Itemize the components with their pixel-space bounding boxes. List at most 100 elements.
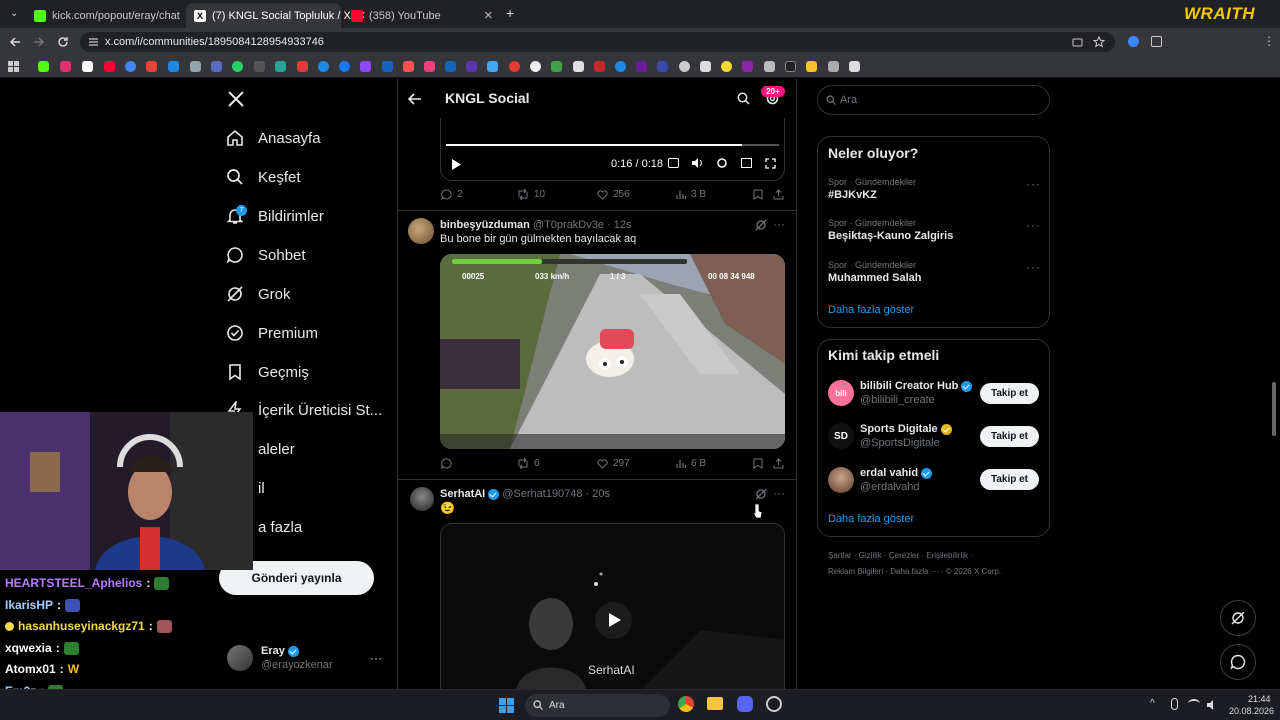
- avatar[interactable]: [227, 645, 253, 671]
- avatar[interactable]: SD: [828, 423, 854, 449]
- bookmark-kick-icon[interactable]: [38, 61, 49, 72]
- tab-list-chevron-icon[interactable]: ⌄: [10, 8, 18, 19]
- clock-date[interactable]: 20.08.2026: [1229, 706, 1274, 716]
- browser-menu-icon[interactable]: ⋮: [1263, 34, 1275, 48]
- back-arrow-icon[interactable]: [408, 93, 422, 105]
- play-icon[interactable]: [451, 159, 461, 170]
- share-icon[interactable]: [773, 458, 784, 469]
- bookmark-icon[interactable]: [753, 458, 763, 469]
- play-button[interactable]: [595, 602, 632, 639]
- bookmark-star-icon[interactable]: [1093, 36, 1105, 48]
- video-settings-icon[interactable]: [716, 157, 728, 169]
- trends-show-more-link[interactable]: Daha fazla göster: [828, 304, 914, 316]
- bookmark-icon[interactable]: [318, 61, 329, 72]
- nav-chat[interactable]: Sohbet: [226, 242, 306, 268]
- install-app-icon[interactable]: [1072, 37, 1083, 48]
- bookmark-icon[interactable]: [445, 61, 456, 72]
- bookmark-icon[interactable]: [297, 61, 308, 72]
- trend-item[interactable]: Beşiktaş-Kauno Zalgiris: [828, 230, 953, 242]
- tweet-author[interactable]: binbeşyüzduman @T0prakDv3e · 12s: [440, 219, 632, 231]
- close-tab-icon[interactable]: ✕: [484, 9, 493, 22]
- bookmark-icon[interactable]: [424, 61, 435, 72]
- bookmark-icon[interactable]: [509, 61, 520, 72]
- avatar[interactable]: [828, 467, 854, 493]
- bookmark-icon[interactable]: [753, 189, 763, 200]
- bookmark-whatsapp-icon[interactable]: [232, 61, 243, 72]
- reply-action[interactable]: [441, 458, 457, 469]
- pip-icon[interactable]: [741, 158, 752, 168]
- bookmark-icon[interactable]: [636, 61, 647, 72]
- bookmark-icon[interactable]: [764, 61, 775, 72]
- trend-item[interactable]: Muhammed Salah: [828, 272, 922, 284]
- tweet-author[interactable]: SerhatAI @Serhat190748 · 20s: [440, 488, 610, 500]
- share-icon[interactable]: [773, 189, 784, 200]
- tab-x-community[interactable]: X (7) KNGL Social Topluluk / X ✕: [186, 3, 366, 28]
- bookmark-icon[interactable]: [275, 61, 286, 72]
- search-input[interactable]: Ara: [817, 85, 1050, 115]
- back-arrow-icon[interactable]: [9, 36, 21, 48]
- bookmark-icon[interactable]: [382, 61, 393, 72]
- volume-icon[interactable]: [691, 157, 704, 169]
- grok-floating-button[interactable]: [1220, 600, 1256, 636]
- trend-more-icon[interactable]: ···: [1026, 177, 1041, 191]
- chat-username[interactable]: hasanhuseyinackgz71: [18, 619, 145, 633]
- bookmark-icon[interactable]: [700, 61, 711, 72]
- microphone-icon[interactable]: [1171, 698, 1178, 710]
- clock-time[interactable]: 21:44: [1248, 694, 1271, 704]
- avatar[interactable]: bili: [828, 380, 854, 406]
- messages-floating-button[interactable]: [1220, 644, 1256, 680]
- bookmark-facebook-icon[interactable]: [339, 61, 350, 72]
- grok-explain-icon[interactable]: [755, 219, 767, 231]
- footer-links[interactable]: Şartlar · Gizlilik · Çerezler · Erişileb…: [828, 551, 973, 560]
- tweet-video[interactable]: 00025 033 km/h 1 / 3 00 08 34 948: [440, 254, 785, 449]
- bookmark-icon[interactable]: [828, 61, 839, 72]
- follow-show-more-link[interactable]: Daha fazla göster: [828, 513, 914, 525]
- bookmark-icon[interactable]: [530, 61, 541, 72]
- repost-action[interactable]: 10: [517, 189, 545, 200]
- network-icon[interactable]: [1188, 699, 1200, 708]
- new-tab-button[interactable]: +: [506, 5, 514, 21]
- suggested-account-name[interactable]: bilibili Creator Hub: [860, 380, 973, 392]
- bookmark-icon[interactable]: [679, 61, 690, 72]
- app-taskbar-icon[interactable]: [766, 696, 782, 712]
- discord-taskbar-icon[interactable]: [737, 696, 753, 712]
- avatar[interactable]: [408, 218, 434, 244]
- suggested-account-name[interactable]: Sports Digitale: [860, 423, 952, 435]
- chat-username[interactable]: HEARTSTEEL_Aphelios: [5, 576, 142, 590]
- bookmark-icon[interactable]: [551, 61, 562, 72]
- follow-button[interactable]: Takip et: [980, 426, 1039, 447]
- tweet-more-icon[interactable]: ···: [773, 217, 785, 231]
- x-logo-icon[interactable]: [227, 90, 245, 108]
- bookmark-icon[interactable]: [211, 61, 222, 72]
- captions-icon[interactable]: [668, 158, 679, 168]
- chrome-taskbar-icon[interactable]: [678, 696, 694, 712]
- bookmark-icon[interactable]: [615, 61, 626, 72]
- bookmark-icon[interactable]: [657, 61, 668, 72]
- video-progress-track[interactable]: [446, 144, 779, 146]
- address-bar[interactable]: x.com/i/communities/1895084128954933746: [80, 32, 1115, 52]
- bookmark-icon[interactable]: [785, 61, 796, 72]
- nav-grok[interactable]: Grok: [226, 281, 291, 307]
- page-scrollbar[interactable]: [1272, 382, 1276, 436]
- trend-more-icon[interactable]: ···: [1026, 218, 1041, 232]
- bookmark-twitch-icon[interactable]: [360, 61, 371, 72]
- bookmark-icon[interactable]: [594, 61, 605, 72]
- chat-username[interactable]: IkarisHP: [5, 598, 53, 612]
- chat-username[interactable]: Atomx01: [5, 662, 56, 676]
- bookmark-icon[interactable]: [403, 61, 414, 72]
- video-player[interactable]: [440, 118, 785, 181]
- windows-start-icon[interactable]: [499, 698, 514, 713]
- tweet-video[interactable]: SerhatAI: [440, 523, 785, 689]
- nav-premium[interactable]: Premium: [226, 320, 318, 346]
- nav-home[interactable]: Anasayfa: [226, 125, 321, 151]
- bookmark-x-icon[interactable]: [82, 61, 93, 72]
- search-icon[interactable]: [737, 92, 750, 105]
- bookmark-icon[interactable]: [573, 61, 584, 72]
- follow-button[interactable]: Takip et: [980, 383, 1039, 404]
- reload-icon[interactable]: [57, 36, 69, 48]
- chat-username[interactable]: xqwexia: [5, 641, 52, 655]
- bookmark-google-icon[interactable]: [125, 61, 136, 72]
- file-explorer-icon[interactable]: [707, 697, 723, 710]
- footer-links[interactable]: Reklam Bilgileri · Daha fazla ··· · © 20…: [828, 567, 1001, 576]
- bookmark-icon[interactable]: [849, 61, 860, 72]
